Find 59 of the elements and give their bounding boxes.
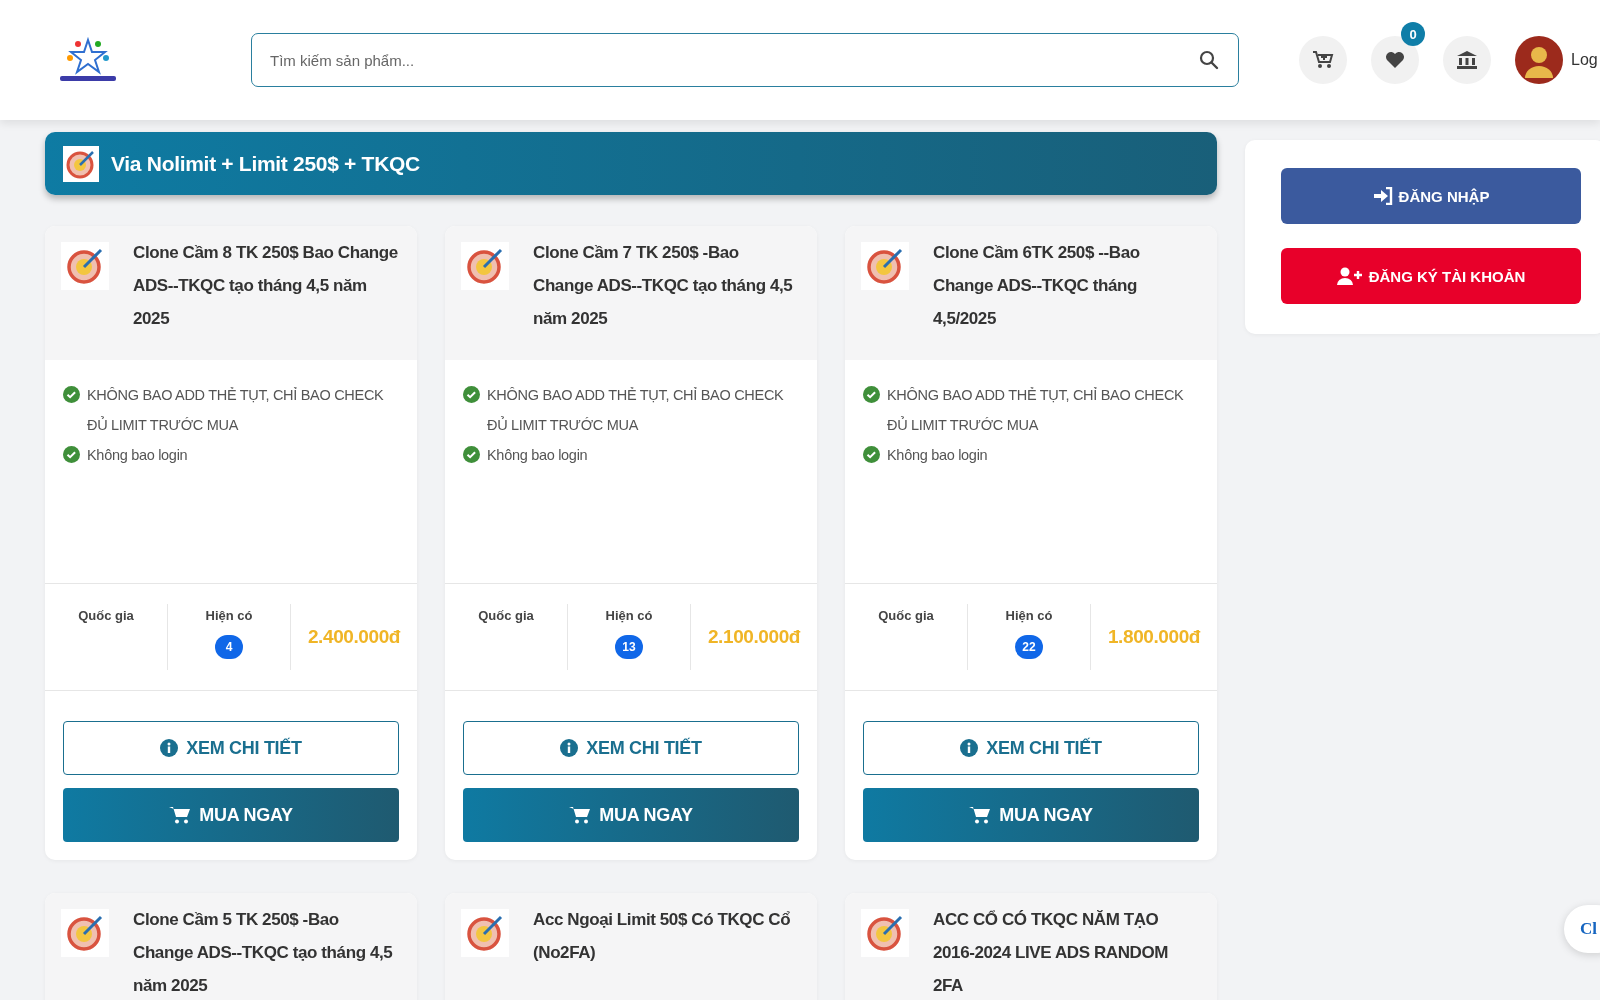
- stock-label: Hiện có: [605, 608, 653, 623]
- detail-button[interactable]: XEM CHI TIẾT: [463, 721, 799, 775]
- stock-label: Hiện có: [1005, 608, 1053, 623]
- check-icon: [63, 446, 80, 463]
- target-icon: [461, 242, 509, 290]
- login-button[interactable]: ĐĂNG NHẬP: [1281, 168, 1581, 224]
- bank-button[interactable]: [1443, 36, 1491, 84]
- country-label: Quốc gia: [478, 608, 534, 623]
- feature-text: KHÔNG BAO ADD THẺ TỤT, CHỈ BAO CHECK ĐỦ LIMIT TRƯỚC MUA: [87, 386, 385, 435]
- price: 2.400.000đ: [307, 626, 401, 648]
- wishlist-count-badge: 0: [1401, 22, 1425, 46]
- stock-badge: 13: [615, 635, 643, 659]
- price: 2.100.000đ: [707, 626, 801, 648]
- stock-badge: 22: [1015, 635, 1043, 659]
- feature-text: KHÔNG BAO ADD THẺ TỤT, CHỈ BAO CHECK ĐỦ LIMIT TRƯỚC MUA: [887, 386, 1185, 435]
- buy-button[interactable]: MUA NGAY: [63, 788, 399, 842]
- search-icon[interactable]: [1199, 50, 1219, 70]
- detail-button[interactable]: XEM CHI TIẾT: [63, 721, 399, 775]
- stock-badge: 4: [215, 635, 243, 659]
- buy-button[interactable]: MUA NGAY: [863, 788, 1199, 842]
- target-icon: [61, 909, 109, 957]
- feature-text: Không bao login: [887, 446, 988, 465]
- target-icon: [461, 909, 509, 957]
- feature-text: Không bao login: [487, 446, 588, 465]
- check-icon: [463, 446, 480, 463]
- info-icon: [160, 739, 179, 757]
- check-icon: [463, 386, 480, 403]
- country-label: Quốc gia: [878, 608, 934, 623]
- detail-button[interactable]: XEM CHI TIẾT: [863, 721, 1199, 775]
- heart-icon: [1385, 51, 1405, 69]
- check-icon: [863, 446, 880, 463]
- feature-text: KHÔNG BAO ADD THẺ TỤT, CHỈ BAO CHECK ĐỦ LIMIT TRƯỚC MUA: [487, 386, 785, 435]
- chat-button[interactable]: Cl: [1564, 905, 1600, 953]
- category-title: Via Nolimit + Limit 250$ + TKQC: [111, 151, 420, 176]
- price: 1.800.000đ: [1107, 626, 1201, 648]
- login-link[interactable]: Log: [1571, 51, 1598, 69]
- info-icon: [960, 739, 979, 757]
- bank-icon: [1456, 50, 1478, 70]
- search-field[interactable]: Tìm kiếm sản phẩm...: [251, 33, 1239, 87]
- target-icon: [861, 242, 909, 290]
- target-icon: [861, 909, 909, 957]
- add-user-icon: [1336, 267, 1363, 285]
- check-icon: [63, 386, 80, 403]
- cart-icon: [169, 805, 192, 825]
- target-icon: [63, 145, 99, 182]
- buy-button[interactable]: MUA NGAY: [463, 788, 799, 842]
- country-label: Quốc gia: [78, 608, 134, 623]
- sign-in-icon: [1372, 187, 1393, 205]
- register-button[interactable]: ĐĂNG KÝ TÀI KHOẢN: [1281, 248, 1581, 304]
- feature-text: Không bao login: [87, 446, 188, 465]
- cart-button[interactable]: [1299, 36, 1347, 84]
- stock-label: Hiện có: [205, 608, 253, 623]
- cart-icon: [569, 805, 592, 825]
- cart-icon: [1312, 50, 1334, 70]
- info-icon: [560, 739, 579, 757]
- cart-icon: [969, 805, 992, 825]
- target-icon: [61, 242, 109, 290]
- check-icon: [863, 386, 880, 403]
- avatar[interactable]: [1515, 36, 1563, 84]
